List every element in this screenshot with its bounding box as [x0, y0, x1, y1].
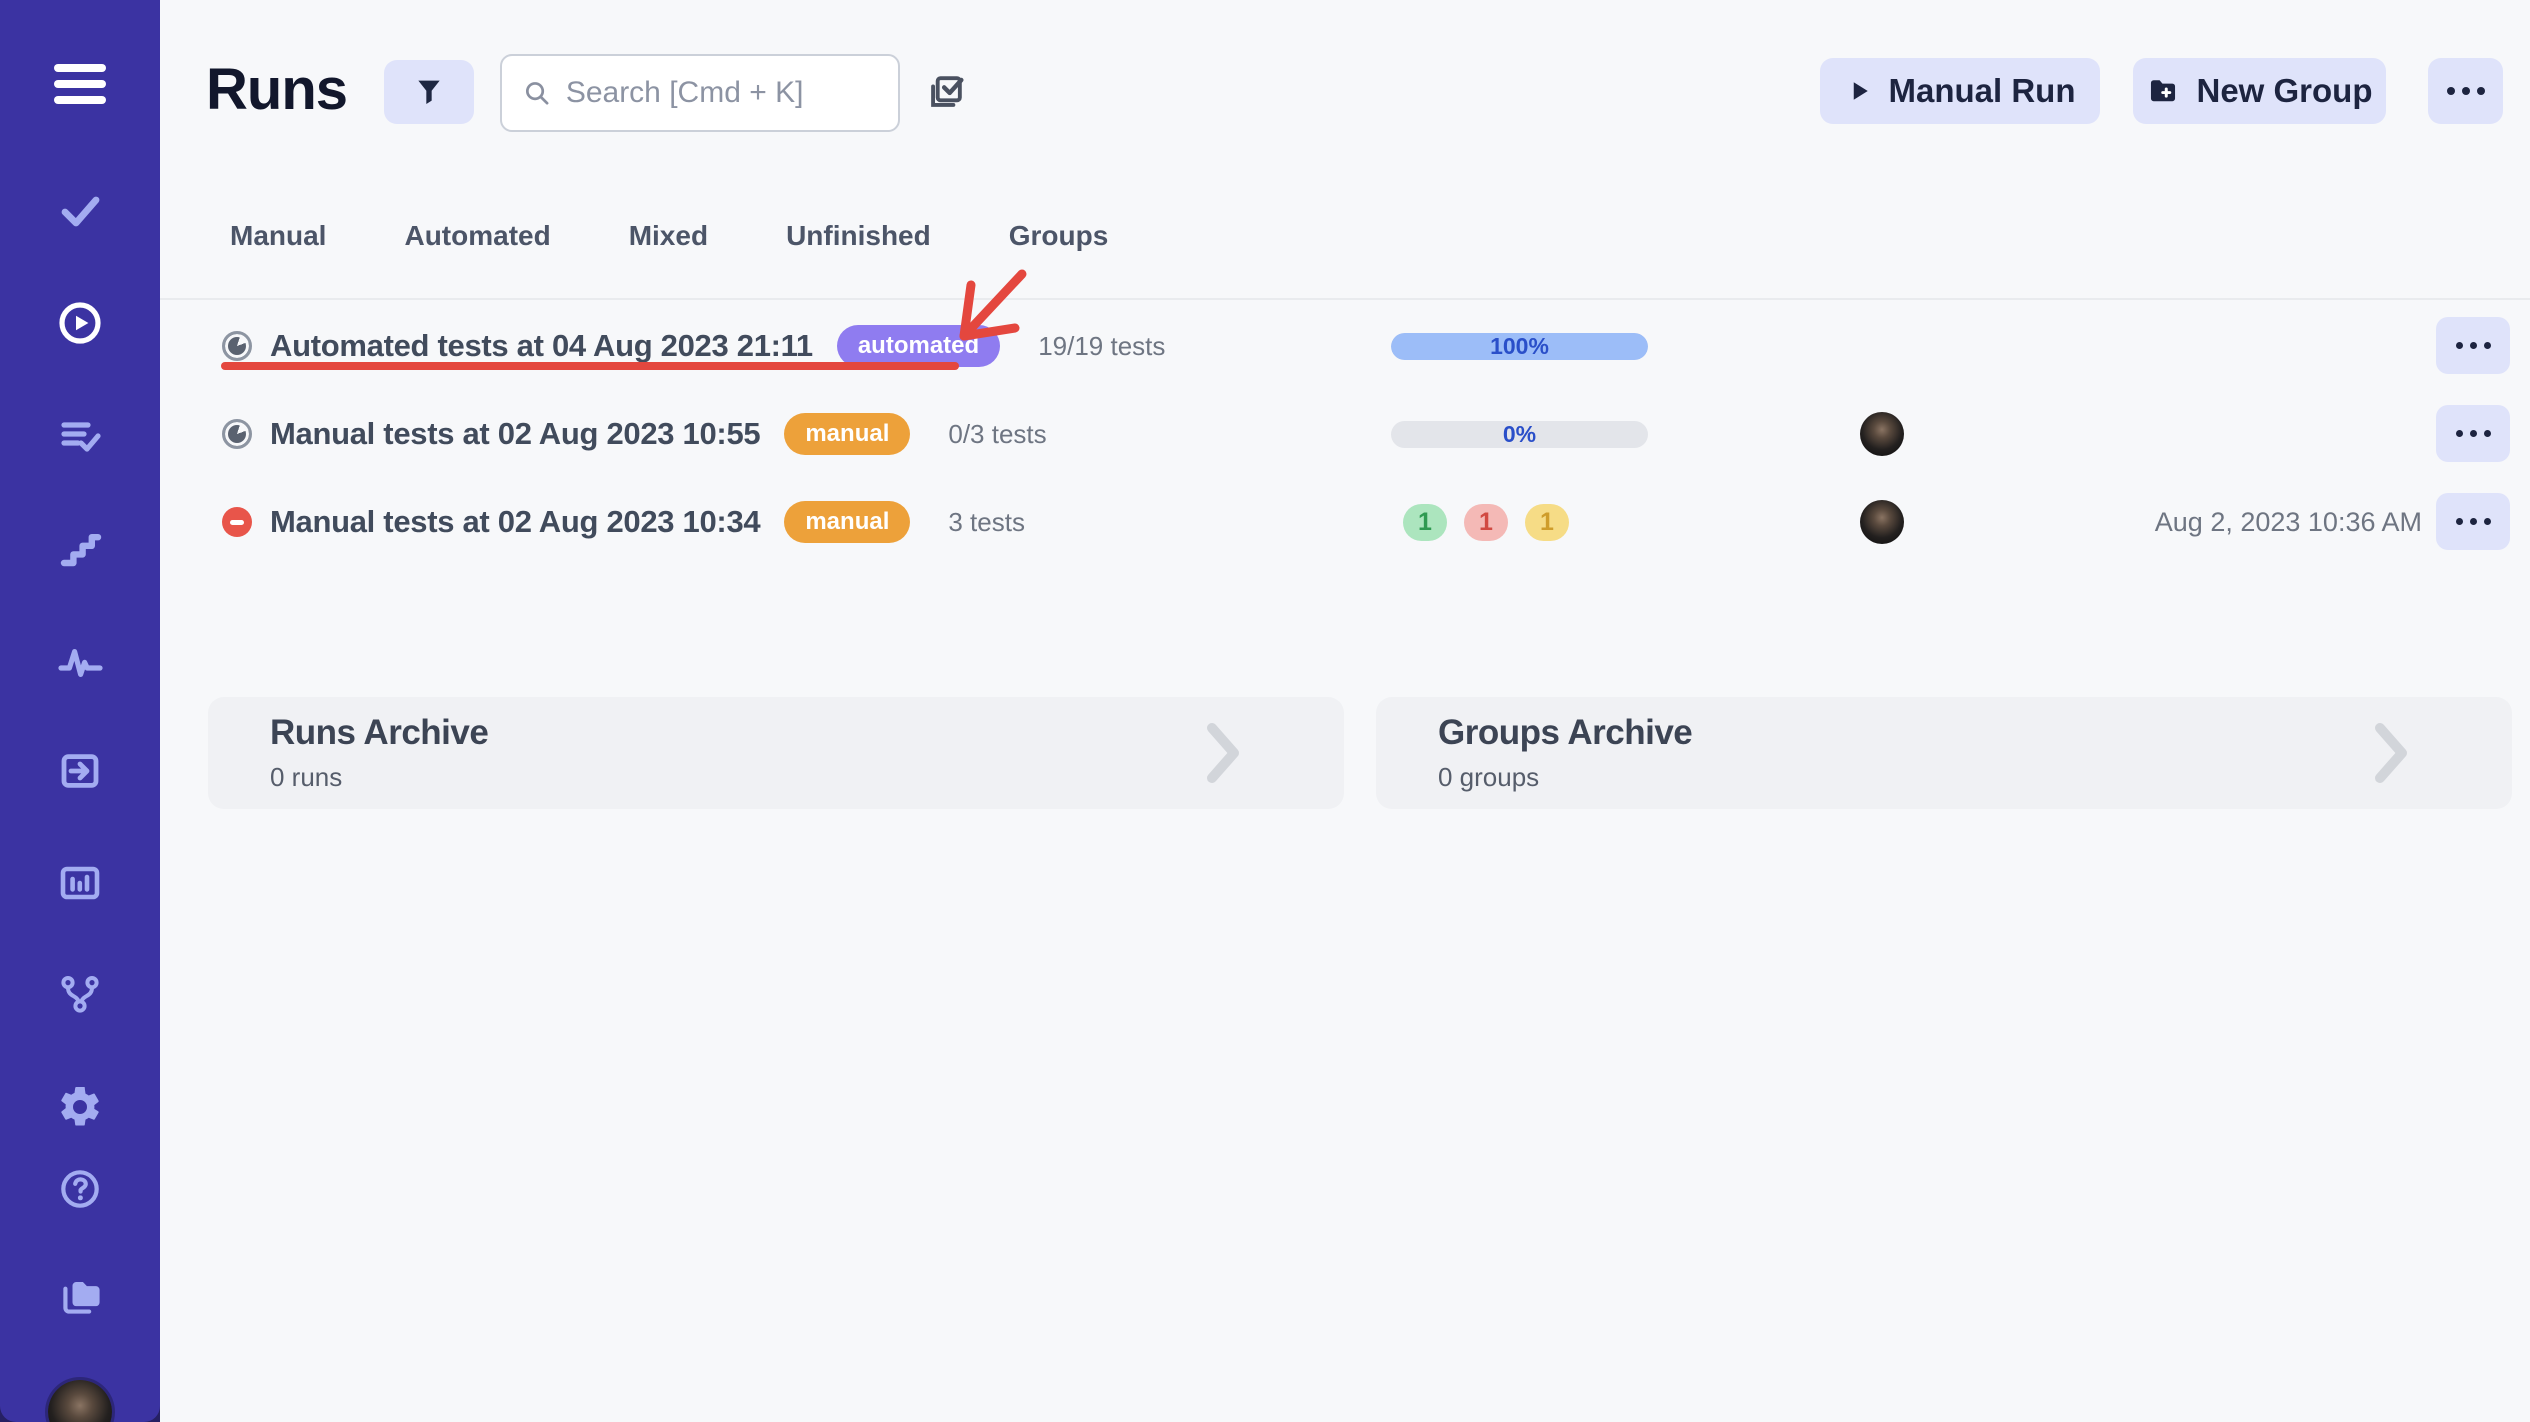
- manual-badge: manual: [784, 413, 910, 455]
- tests-count: 0/3 tests: [948, 419, 1046, 450]
- progress-label: 100%: [1391, 333, 1648, 360]
- groups-archive-count: 0 groups: [1438, 762, 1692, 793]
- sidebar: [0, 0, 160, 1422]
- runs-page: Runs Manual Run New Group: [0, 0, 2530, 1422]
- ellipsis-icon: [2447, 87, 2485, 95]
- new-group-label: New Group: [2196, 72, 2372, 110]
- list-check-icon[interactable]: [0, 412, 160, 460]
- passed-count-badge: 1: [1403, 504, 1447, 541]
- steps-icon[interactable]: [0, 525, 160, 573]
- activity-icon[interactable]: [0, 636, 160, 684]
- row-more-button[interactable]: [2436, 317, 2510, 374]
- new-group-button[interactable]: New Group: [2133, 58, 2386, 124]
- header-more-button[interactable]: [2428, 58, 2503, 124]
- groups-archive-title: Groups Archive: [1438, 713, 1692, 753]
- manual-run-button[interactable]: Manual Run: [1820, 58, 2100, 124]
- failed-count-badge: 1: [1464, 504, 1508, 541]
- run-progress-pie-icon: [222, 419, 252, 449]
- bulk-select-button[interactable]: [918, 64, 974, 120]
- run-row[interactable]: Automated tests at 04 Aug 2023 21:11 aut…: [160, 302, 2530, 390]
- tab-unfinished[interactable]: Unfinished: [786, 220, 931, 252]
- manual-badge: manual: [784, 501, 910, 543]
- progress-label: 0%: [1391, 421, 1648, 448]
- assignee-avatar[interactable]: [1860, 500, 1904, 544]
- tests-count: 19/19 tests: [1038, 331, 1165, 362]
- filter-button[interactable]: [384, 60, 474, 124]
- run-row[interactable]: Manual tests at 02 Aug 2023 10:34 manual…: [160, 478, 2530, 566]
- ellipsis-icon: [2456, 430, 2491, 437]
- run-title[interactable]: Manual tests at 02 Aug 2023 10:55: [270, 416, 760, 452]
- tab-automated[interactable]: Automated: [404, 220, 550, 252]
- import-icon[interactable]: [0, 747, 160, 795]
- row-more-button[interactable]: [2436, 493, 2510, 550]
- user-avatar[interactable]: [0, 1380, 160, 1422]
- ellipsis-icon: [2456, 518, 2491, 525]
- run-type-tabs: Manual Automated Mixed Unfinished Groups: [230, 220, 1108, 252]
- annotation-red-underline: [221, 362, 959, 370]
- page-title: Runs: [206, 56, 347, 123]
- play-circle-icon[interactable]: [0, 299, 160, 347]
- assignee-avatar[interactable]: [1860, 412, 1904, 456]
- tab-manual[interactable]: Manual: [230, 220, 326, 252]
- tests-count: 3 tests: [948, 507, 1025, 538]
- groups-archive-card[interactable]: Groups Archive 0 groups: [1376, 697, 2512, 809]
- result-counts: 1 1 1: [1403, 504, 1569, 541]
- progress-bar: 100%: [1391, 333, 1648, 360]
- search-box: [500, 54, 900, 132]
- folder-plus-icon: [2146, 74, 2180, 108]
- manual-run-label: Manual Run: [1889, 72, 2076, 110]
- tab-groups[interactable]: Groups: [1009, 220, 1109, 252]
- run-title[interactable]: Automated tests at 04 Aug 2023 21:11: [270, 328, 813, 364]
- chevron-right-icon: [2374, 722, 2408, 784]
- annotation-red-arrow: [930, 250, 1050, 360]
- chevron-right-icon: [1206, 722, 1240, 784]
- tabs-divider: [160, 298, 2530, 300]
- settings-gear-icon[interactable]: [0, 1083, 160, 1131]
- bar-chart-icon[interactable]: [0, 859, 160, 907]
- menu-icon[interactable]: [0, 56, 160, 112]
- help-icon[interactable]: [0, 1166, 160, 1212]
- runs-archive-card[interactable]: Runs Archive 0 runs: [208, 697, 1344, 809]
- search-input[interactable]: [566, 76, 878, 110]
- play-icon: [1845, 77, 1873, 105]
- ellipsis-icon: [2456, 342, 2491, 349]
- git-branch-icon[interactable]: [0, 970, 160, 1018]
- run-title[interactable]: Manual tests at 02 Aug 2023 10:34: [270, 504, 760, 540]
- row-more-button[interactable]: [2436, 405, 2510, 462]
- run-progress-pie-icon: [222, 331, 252, 361]
- check-icon[interactable]: [0, 187, 160, 235]
- tab-mixed[interactable]: Mixed: [629, 220, 708, 252]
- select-check-icon: [922, 68, 970, 116]
- search-icon: [522, 76, 552, 110]
- runs-archive-count: 0 runs: [270, 762, 488, 793]
- funnel-icon: [413, 76, 445, 108]
- folders-icon[interactable]: [0, 1272, 160, 1322]
- skipped-count-badge: 1: [1525, 504, 1569, 541]
- finished-at: Aug 2, 2023 10:36 AM: [2155, 478, 2422, 566]
- run-row[interactable]: Manual tests at 02 Aug 2023 10:55 manual…: [160, 390, 2530, 478]
- run-stopped-icon: [222, 507, 252, 537]
- progress-bar: 0%: [1391, 421, 1648, 448]
- runs-archive-title: Runs Archive: [270, 713, 488, 753]
